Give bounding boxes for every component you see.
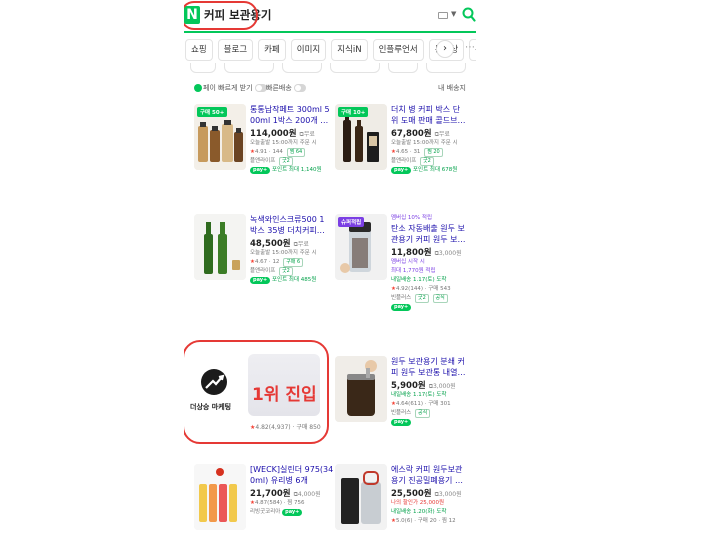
seller-line[interactable]: 플앤라이프 굿2: [391, 157, 475, 166]
product-thumbnail[interactable]: 구매 10+: [335, 104, 387, 170]
product-thumbnail[interactable]: [194, 214, 246, 280]
npay-icon: [194, 84, 202, 92]
more-icon[interactable]: ⋯: [465, 42, 475, 53]
delivery-note: 오늘출발 15:00까지 주문 시: [391, 140, 458, 146]
seller-line[interactable]: 리빙굿코리아 pay+: [250, 508, 334, 517]
filter-chip-stub[interactable]: [426, 63, 466, 73]
npay-plus-icon: pay+: [391, 304, 412, 311]
delivery-note: 오늘출발 15:00까지 주문 시: [250, 250, 317, 256]
tabs-next-button[interactable]: ›: [436, 40, 454, 58]
fast-pay-label: 빠르게 받기: [218, 84, 253, 92]
tab-image[interactable]: 이미지: [290, 39, 327, 61]
product-title[interactable]: 원두 보관용기 분쇄 커피 원두 보관통 내열…: [391, 356, 475, 378]
point-line: pay+ 포인트 최대 485원: [250, 276, 334, 285]
search-bar: N 커피 보관용기 ▼: [184, 0, 476, 32]
product-title[interactable]: 통통납작페트 300ml 5 00ml 1박스 200개 …: [250, 104, 334, 126]
npay-plus-icon: pay+: [391, 167, 412, 174]
product-title[interactable]: 더치 병 커피 박스 단위 도매 판매 콜드브…: [391, 104, 475, 126]
rating-line: ★5.0(6) · 구매 20 · 찜 12: [391, 518, 456, 524]
fast-pay-toggle[interactable]: 페이 빠르게 받기: [194, 83, 267, 93]
tab-blog[interactable]: 블로그: [217, 39, 254, 61]
seller-line[interactable]: 플앤라이프 굿2: [250, 157, 334, 166]
arrival-line: 내일배송 1.17(토) 도착: [391, 392, 447, 398]
toggle-switch[interactable]: [293, 84, 306, 92]
product-price: 67,800원 ⧉무료: [391, 129, 450, 139]
rating-line: ★4.91 · 144 찜 64: [250, 148, 334, 157]
npay-plus-icon: pay+: [282, 509, 303, 516]
seller-line[interactable]: 빈플러스 굿2 공식: [391, 294, 475, 303]
rating-line: ★4.65 · 31 찜 20: [391, 148, 475, 157]
product-title[interactable]: 에스락 커피 원두보관 용기 진공밀폐용기 …: [391, 464, 475, 486]
filter-chip-stub[interactable]: [190, 63, 216, 73]
purchase-badge: 구매 10+: [338, 107, 369, 117]
product-price: 11,800원 ⧉3,000원: [391, 248, 462, 258]
point-line: pay+ 포인트 최대 1,140원: [250, 166, 334, 175]
delivery-note: 오늘출발 15:00까지 주문 시: [250, 140, 317, 146]
point-line: pay+ 포인트 최대 678원: [391, 166, 475, 175]
discount-line: 나의 할인가 25,000원: [391, 500, 445, 506]
tab-influencer[interactable]: 인플루언서: [372, 39, 424, 61]
annotation-circle: [184, 1, 258, 30]
product-price: 114,000원 ⧉무료: [250, 129, 315, 139]
rating-line: ★4.87(584) · 찜 756: [250, 500, 305, 506]
fast-ship-label: 빠른배송: [266, 84, 292, 92]
product-thumbnail[interactable]: 슈퍼적립: [335, 214, 387, 280]
filter-chip-stub[interactable]: [224, 63, 274, 73]
product-title[interactable]: [WECK]실린더 975(34 0ml) 유리병 6개: [250, 464, 334, 486]
ad-banner[interactable]: 더상승 마케팅 1위 진입 ★4.82(4,937) · 구매 850: [184, 340, 329, 444]
npay-plus-icon: pay+: [250, 167, 271, 174]
npay-plus-icon: pay+: [250, 277, 271, 284]
product-price: 25,500원 ⧉3,000원: [391, 489, 462, 499]
super-point-badge: 슈퍼적립: [338, 217, 365, 227]
rating-line: ★4.67 · 12 구매 6: [250, 258, 334, 267]
product-thumbnail[interactable]: [335, 356, 387, 422]
my-delivery-label[interactable]: 내 배송지: [438, 83, 466, 93]
keyboard-icon[interactable]: [438, 12, 448, 19]
fast-ship-toggle[interactable]: 빠른배송: [266, 83, 306, 93]
product-price: 48,500원 ⧉무료: [250, 239, 309, 249]
pay-line: pay+: [391, 418, 475, 427]
arrival-line: 내일배송 1.20(화) 도착: [391, 509, 447, 515]
npay-plus-icon: pay+: [391, 419, 412, 426]
arrival-line: 내일배송 1.17(토) 도착: [391, 277, 447, 283]
my-delivery-link[interactable]: 내 배송지: [438, 83, 466, 93]
search-icon[interactable]: [462, 7, 476, 23]
filter-row: 페이 빠르게 받기 빠른배송 내 배송지: [194, 83, 466, 97]
tab-shopping[interactable]: 쇼핑: [185, 39, 213, 61]
filter-chip-stub[interactable]: [330, 63, 380, 73]
toggle-switch[interactable]: [254, 84, 267, 92]
search-underline: [184, 31, 476, 33]
annotation-circle: [184, 340, 329, 444]
seller-line[interactable]: 빈플러스 공식: [391, 409, 475, 418]
pay-line: pay+: [391, 303, 475, 312]
filter-chip-stub[interactable]: [388, 63, 418, 73]
chevron-down-icon[interactable]: ▼: [451, 10, 456, 18]
search-tabs: 쇼핑 블로그 카페 이미지 지식iN 인플루언서 동영상 뉴스 쇼: [184, 37, 476, 63]
product-price: 5,900원 ⧉3,000원: [391, 381, 456, 391]
membership-note: 멤버십 시작 시: [391, 259, 425, 265]
product-thumbnail[interactable]: [335, 464, 387, 530]
product-thumbnail[interactable]: [194, 464, 246, 530]
rating-line: ★4.64(611) · 구매 301: [391, 401, 451, 407]
seller-line[interactable]: 플앤라이프 굿2: [250, 267, 334, 276]
product-title[interactable]: 녹색와인스크류500 1 박스 35병 더치커피…: [250, 214, 334, 236]
product-title[interactable]: 탄소 자동배출 원두 보 관용기 커피 원두 보…: [391, 223, 475, 245]
product-thumbnail[interactable]: 구매 50+: [194, 104, 246, 170]
membership-note: 멤버십 10% 적립: [391, 215, 433, 221]
rating-line: ★4.92(144) · 구매 543: [391, 286, 451, 292]
product-price: 21,700원 ⧉4,000원: [250, 489, 321, 499]
mobile-results-page: N 커피 보관용기 ▼ 쇼핑 블로그 카페 이미지 지식iN 인플루언서 동영상…: [184, 0, 476, 540]
tab-cafe[interactable]: 카페: [258, 39, 286, 61]
membership-note: 최대 1,770원 적립: [391, 268, 436, 274]
tab-kin[interactable]: 지식iN: [331, 39, 368, 61]
npay-label: 페이: [203, 84, 216, 92]
filter-chip-stub[interactable]: [282, 63, 322, 73]
purchase-badge: 구매 50+: [197, 107, 228, 117]
